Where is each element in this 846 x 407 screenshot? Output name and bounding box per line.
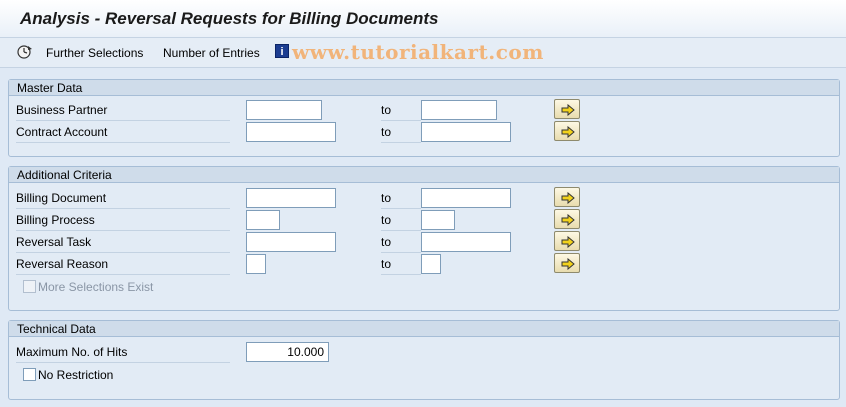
- arrow-right-icon: [561, 104, 575, 116]
- billing-process-to-label: to: [381, 211, 421, 231]
- maximum-hits-input[interactable]: [246, 342, 329, 362]
- reversal-reason-to-label: to: [381, 255, 421, 275]
- reversal-reason-label: Reversal Reason: [16, 255, 230, 275]
- technical-data-header: Technical Data: [9, 321, 839, 337]
- contract-account-label: Contract Account: [16, 123, 230, 143]
- application-toolbar: Further Selections Number of Entries i w…: [0, 38, 846, 68]
- more-selections-exist-checkbox: [23, 280, 36, 293]
- no-restriction-label: No Restriction: [38, 368, 114, 382]
- further-selections-button[interactable]: Further Selections: [46, 46, 143, 60]
- reversal-task-label: Reversal Task: [16, 233, 230, 253]
- contract-account-to-label: to: [381, 123, 421, 143]
- reversal-reason-from-input[interactable]: [246, 254, 266, 274]
- billing-process-multiple-selection-button[interactable]: [554, 209, 580, 229]
- business-partner-from-input[interactable]: [246, 100, 322, 120]
- maximum-hits-label: Maximum No. of Hits: [16, 343, 230, 363]
- reversal-reason-to-input[interactable]: [421, 254, 441, 274]
- contract-account-from-input[interactable]: [246, 122, 336, 142]
- master-data-header: Master Data: [9, 80, 839, 96]
- reversal-reason-multiple-selection-button[interactable]: [554, 253, 580, 273]
- contract-account-multiple-selection-button[interactable]: [554, 121, 580, 141]
- arrow-right-icon: [561, 236, 575, 248]
- reversal-task-to-label: to: [381, 233, 421, 253]
- business-partner-to-input[interactable]: [421, 100, 497, 120]
- billing-document-multiple-selection-button[interactable]: [554, 187, 580, 207]
- arrow-right-icon: [561, 192, 575, 204]
- number-of-entries-button[interactable]: Number of Entries: [163, 46, 260, 60]
- reversal-task-multiple-selection-button[interactable]: [554, 231, 580, 251]
- contract-account-to-input[interactable]: [421, 122, 511, 142]
- business-partner-to-label: to: [381, 101, 421, 121]
- business-partner-multiple-selection-button[interactable]: [554, 99, 580, 119]
- page-title: Analysis - Reversal Requests for Billing…: [20, 9, 439, 28]
- billing-document-from-input[interactable]: [246, 188, 336, 208]
- watermark-text: www.tutorialkart.com: [292, 40, 544, 64]
- title-bar: Analysis - Reversal Requests for Billing…: [0, 0, 846, 38]
- billing-process-label: Billing Process: [16, 211, 230, 231]
- additional-criteria-header: Additional Criteria: [9, 167, 839, 183]
- billing-process-from-input[interactable]: [246, 210, 280, 230]
- execute-clock-icon[interactable]: [16, 44, 34, 60]
- billing-document-to-input[interactable]: [421, 188, 511, 208]
- more-selections-exist-label: More Selections Exist: [38, 280, 154, 294]
- arrow-right-icon: [561, 126, 575, 138]
- billing-document-to-label: to: [381, 189, 421, 209]
- business-partner-label: Business Partner: [16, 101, 230, 121]
- billing-document-label: Billing Document: [16, 189, 230, 209]
- reversal-task-to-input[interactable]: [421, 232, 511, 252]
- arrow-right-icon: [561, 214, 575, 226]
- no-restriction-checkbox[interactable]: [23, 368, 36, 381]
- billing-process-to-input[interactable]: [421, 210, 455, 230]
- reversal-task-from-input[interactable]: [246, 232, 336, 252]
- info-icon[interactable]: i: [275, 44, 289, 58]
- arrow-right-icon: [561, 258, 575, 270]
